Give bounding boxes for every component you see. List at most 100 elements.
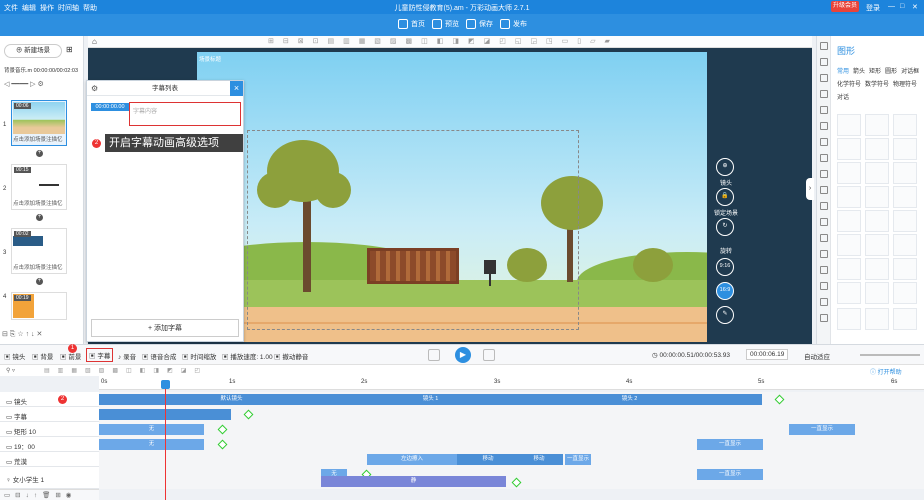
bgm-row[interactable]: 背景音乐.m 00:00:00/00:02:03: [4, 66, 78, 74]
plane-tool-icon[interactable]: [820, 234, 828, 242]
zoom-slider[interactable]: [860, 354, 920, 356]
add-scene-icon[interactable]: +: [36, 214, 43, 221]
keyframe-icon[interactable]: [217, 439, 228, 450]
tab-common[interactable]: 常用: [837, 69, 849, 75]
playhead-handle[interactable]: [161, 380, 170, 389]
layers-tool-icon[interactable]: [820, 266, 828, 274]
save-button[interactable]: 保存: [466, 19, 493, 30]
lens-icon[interactable]: ⊕: [716, 158, 734, 176]
folder-tool-icon[interactable]: [820, 186, 828, 194]
track-lens[interactable]: ▭ 镜头 2 默认镜头 镜头 1 镜头 2: [0, 392, 924, 407]
tab-math[interactable]: 数学符号: [865, 82, 889, 88]
tts-button[interactable]: ▣ 语音合成: [142, 351, 176, 361]
shape-tool-icon[interactable]: [820, 42, 828, 50]
parallelogram-shape[interactable]: [837, 308, 861, 330]
slide-thumbnail[interactable]: 00:19: [11, 292, 67, 320]
track-area[interactable]: 无 一直显示: [99, 437, 924, 452]
animation-clip[interactable]: 无: [99, 424, 204, 435]
tab-circle[interactable]: 圆形: [885, 69, 897, 75]
line-shape[interactable]: [837, 114, 861, 136]
tab-rect[interactable]: 矩形: [869, 69, 881, 75]
brace-shape[interactable]: [893, 282, 917, 304]
bevel-shape[interactable]: [893, 186, 917, 208]
arc-shape[interactable]: [893, 114, 917, 136]
tab-dialog[interactable]: 对话框: [901, 69, 919, 75]
ring-shape[interactable]: [837, 186, 861, 208]
ratio-916-button[interactable]: 9:16: [716, 258, 734, 276]
help-link[interactable]: ⓘ 打开帮助: [870, 367, 902, 376]
timeline-align-tools[interactable]: ▤▥▦▧▨▩◫◧◨◩◪◰: [44, 367, 208, 374]
effect-tool-icon[interactable]: [820, 154, 828, 162]
add-scene-icon[interactable]: +: [36, 278, 43, 285]
paren-small-shape[interactable]: [865, 282, 889, 304]
preview-button[interactable]: 预览: [432, 19, 459, 30]
globe-tool-icon[interactable]: [820, 218, 828, 226]
arrow-shape[interactable]: [865, 114, 889, 136]
close-icon[interactable]: ×: [230, 81, 243, 96]
step-arrow-shape[interactable]: [865, 234, 889, 256]
prev-frame-icon[interactable]: [428, 349, 440, 361]
animation-clip[interactable]: 一直显示: [697, 469, 763, 480]
timeline-ruler[interactable]: 0s 1s 2s 3s 4s 5s 6s: [99, 376, 924, 390]
shape-tabs-row2[interactable]: 化学符号 数学符号 物理符号: [837, 79, 917, 88]
slide-thumbnail[interactable]: 00:06 点击添加场景注描忆: [11, 100, 67, 146]
track-time[interactable]: ▭ 19：00 无 一直显示: [0, 437, 924, 452]
close-icon[interactable]: ✕: [912, 3, 918, 11]
tab-chem[interactable]: 化学符号: [837, 82, 861, 88]
track-area[interactable]: 默认镜头 镜头 1 镜头 2: [99, 392, 924, 407]
lens-clip[interactable]: 默认镜头: [99, 394, 364, 405]
curve-shape[interactable]: [837, 138, 861, 160]
keyframe-icon[interactable]: [243, 409, 254, 420]
record-button[interactable]: ♪ 录音: [118, 351, 136, 361]
animation-clip[interactable]: 一直显示: [565, 454, 591, 465]
align-tools[interactable]: ⊞⊟⊠⊡▤▥▦▧▨▩◫◧◨◩◪◰◱◲◳▭▯▱▰: [268, 37, 619, 45]
lens-clip[interactable]: 镜头 1: [364, 394, 497, 405]
filter-icon[interactable]: ⚲ ▿: [6, 367, 15, 374]
slide-thumbnail[interactable]: 00:15 点击添加场景注描忆: [11, 164, 67, 210]
slide-caption[interactable]: 点击添加场景注描忆: [13, 199, 67, 207]
lock-icon[interactable]: 🔒: [716, 188, 734, 206]
step-input[interactable]: 00:00:06.19: [746, 349, 789, 360]
bracket-shape[interactable]: [837, 258, 861, 280]
playhead[interactable]: [165, 380, 166, 500]
hand-tool-icon[interactable]: [820, 250, 828, 258]
animation-clip[interactable]: 移动: [515, 454, 563, 465]
step-double-shape[interactable]: [893, 234, 917, 256]
selection-box[interactable]: [247, 130, 579, 330]
magic-tool-icon[interactable]: [820, 282, 828, 290]
lens-clip[interactable]: 镜头 2: [497, 394, 762, 405]
video-tool-icon[interactable]: [820, 122, 828, 130]
wave-shape[interactable]: [893, 162, 917, 184]
subtitle-time[interactable]: 00:00:00.00: [91, 103, 129, 111]
new-scene-button[interactable]: ⊕ 新建场景: [4, 44, 62, 58]
circle-shape[interactable]: [865, 138, 889, 160]
grid-tool-icon[interactable]: [820, 314, 828, 322]
settings-icon[interactable]: ⚙: [91, 84, 98, 93]
bgm-controls[interactable]: ◁ ━━━━ ▷ ⚙: [4, 80, 82, 90]
login-link[interactable]: 登录: [866, 3, 880, 13]
play-icon[interactable]: ▶: [455, 347, 471, 363]
music-tool-icon[interactable]: [820, 106, 828, 114]
tick-double-shape[interactable]: [893, 258, 917, 280]
diamond-shape[interactable]: [893, 308, 917, 330]
add-subtitle-button[interactable]: + 添加字幕: [91, 319, 239, 337]
track-area[interactable]: 左边擦入 移动 移动 一直显示: [99, 452, 924, 467]
formula-tool-icon[interactable]: [820, 202, 828, 210]
square-shape[interactable]: [893, 138, 917, 160]
tab-arrow[interactable]: 箭头: [853, 69, 865, 75]
shape-tabs-row1[interactable]: 常用 箭头 矩形 圆形 对话框: [837, 66, 919, 75]
slide-thumbnail[interactable]: 00:02 点击添加场景注描忆: [11, 228, 67, 274]
chart-tool-icon[interactable]: [820, 138, 828, 146]
subtitle-button[interactable]: ▣ 字幕: [86, 348, 114, 362]
mute-button[interactable]: ▣ 撤动静音: [274, 351, 308, 361]
keyframe-icon[interactable]: [217, 424, 228, 435]
track-rect[interactable]: ▭ 矩形 10 无 一直显示: [0, 422, 924, 437]
drop-tool-icon[interactable]: [820, 298, 828, 306]
track-area[interactable]: 无 一直显示 静: [99, 467, 924, 489]
maximize-icon[interactable]: □: [900, 3, 904, 10]
minimize-icon[interactable]: —: [888, 3, 895, 10]
cart-icon[interactable]: ⊞: [66, 45, 73, 54]
animation-clip[interactable]: 一直显示: [789, 424, 855, 435]
add-scene-icon[interactable]: +: [36, 150, 43, 157]
elbow-shape[interactable]: [837, 210, 861, 232]
